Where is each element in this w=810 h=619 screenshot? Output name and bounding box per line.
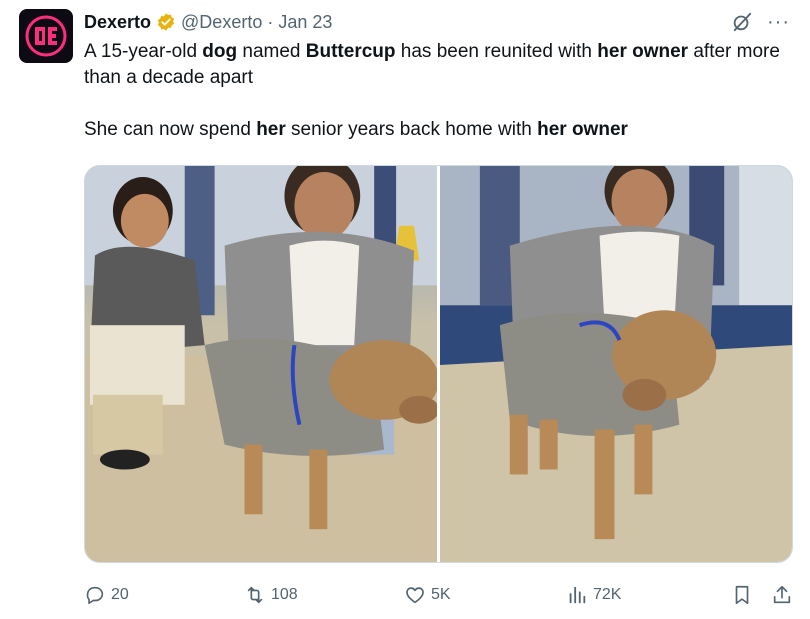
text-segment: her owner [597, 41, 689, 62]
tweet-header: Dexerto @Dexerto · Jan 23 ··· [84, 9, 790, 35]
tweet-text: A 15-year-old dog named Buttercup has be… [84, 39, 784, 143]
text-segment: Buttercup [305, 41, 396, 62]
views-button[interactable]: 72K [566, 584, 621, 606]
text-segment: has been reunited with [395, 41, 598, 62]
reply-icon [86, 586, 104, 605]
text-segment: A 15-year-old [84, 41, 203, 62]
share-button[interactable] [771, 584, 793, 606]
heart-icon [406, 587, 424, 604]
separator-dot: · [267, 11, 274, 32]
repost-button[interactable]: 108 [244, 584, 298, 606]
tweet-paragraph-1: A 15-year-old dog named Buttercup has be… [84, 39, 784, 91]
text-segment: her [256, 119, 286, 140]
text-segment: dog [202, 41, 238, 62]
photo-right[interactable] [440, 166, 792, 562]
dexerto-logo-icon [25, 15, 67, 57]
repost-icon [247, 586, 263, 604]
text-segment: She can now spend [84, 119, 257, 140]
verified-badge-icon [157, 13, 175, 31]
author-name[interactable]: Dexerto [84, 12, 151, 33]
tweet-actions: 20 108 5K 72K [84, 580, 793, 610]
text-segment: her owner [537, 119, 628, 140]
author-avatar[interactable] [19, 9, 73, 63]
like-count: 5K [431, 586, 451, 603]
bookmark-button[interactable] [731, 584, 753, 606]
bookmark-icon [735, 585, 749, 605]
tweet-date[interactable]: Jan 23 [278, 12, 332, 33]
photo-left[interactable] [85, 166, 437, 562]
author-handle[interactable]: @Dexerto [181, 12, 262, 33]
view-count: 72K [593, 586, 622, 603]
views-icon [569, 586, 586, 604]
reply-count: 20 [111, 586, 129, 603]
share-icon [773, 585, 791, 604]
repost-count: 108 [271, 586, 298, 603]
like-button[interactable]: 5K [404, 584, 451, 606]
text-segment: named [237, 41, 306, 62]
more-options-icon[interactable]: ··· [767, 12, 790, 32]
reply-button[interactable]: 20 [84, 584, 129, 606]
text-segment: senior years back home with [285, 119, 538, 140]
tweet-paragraph-2: She can now spend her senior years back … [84, 117, 784, 143]
tweet-media [84, 165, 793, 563]
grok-icon[interactable] [731, 11, 753, 33]
